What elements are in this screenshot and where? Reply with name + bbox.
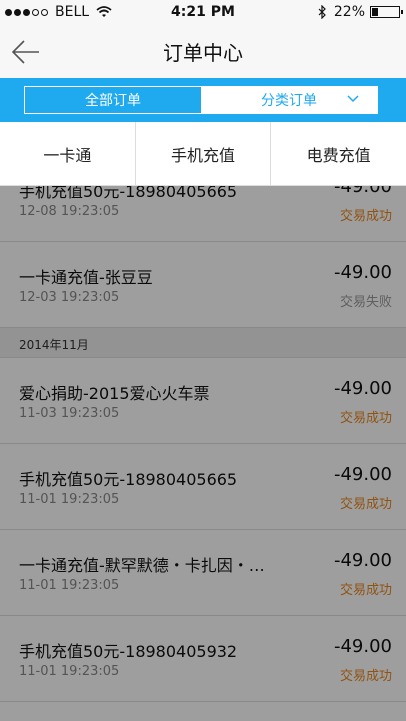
status-bar: BELL 4:21 PM 22% — [0, 0, 406, 24]
dim-overlay[interactable] — [0, 170, 406, 721]
filter-option-card[interactable]: 一卡通 — [0, 122, 135, 185]
bluetooth-icon — [318, 5, 326, 19]
filter-option-electricity[interactable]: 电费充值 — [270, 122, 406, 185]
chevron-down-icon — [347, 95, 359, 103]
nav-bar: 订单中心 — [0, 24, 406, 78]
tab-all-orders[interactable]: 全部订单 — [25, 87, 201, 113]
tab-category-label: 分类订单 — [261, 93, 317, 109]
battery-percent: 22% — [333, 4, 365, 20]
filter-option-phone-topup[interactable]: 手机充值 — [134, 122, 271, 185]
tab-category-orders[interactable]: 分类订单 — [201, 87, 377, 113]
order-list[interactable]: 手机充值50元-18980405665 12-08 19:23:05 -49.0… — [0, 170, 406, 721]
category-filter-menu: 一卡通 手机充值 电费充值 — [0, 122, 406, 186]
order-segment-control: 全部订单 分类订单 — [24, 86, 378, 114]
battery-icon — [370, 6, 403, 18]
page-title: 订单中心 — [163, 41, 243, 65]
segment-bar: 全部订单 分类订单 — [0, 78, 406, 122]
status-right: 22% — [318, 4, 403, 20]
